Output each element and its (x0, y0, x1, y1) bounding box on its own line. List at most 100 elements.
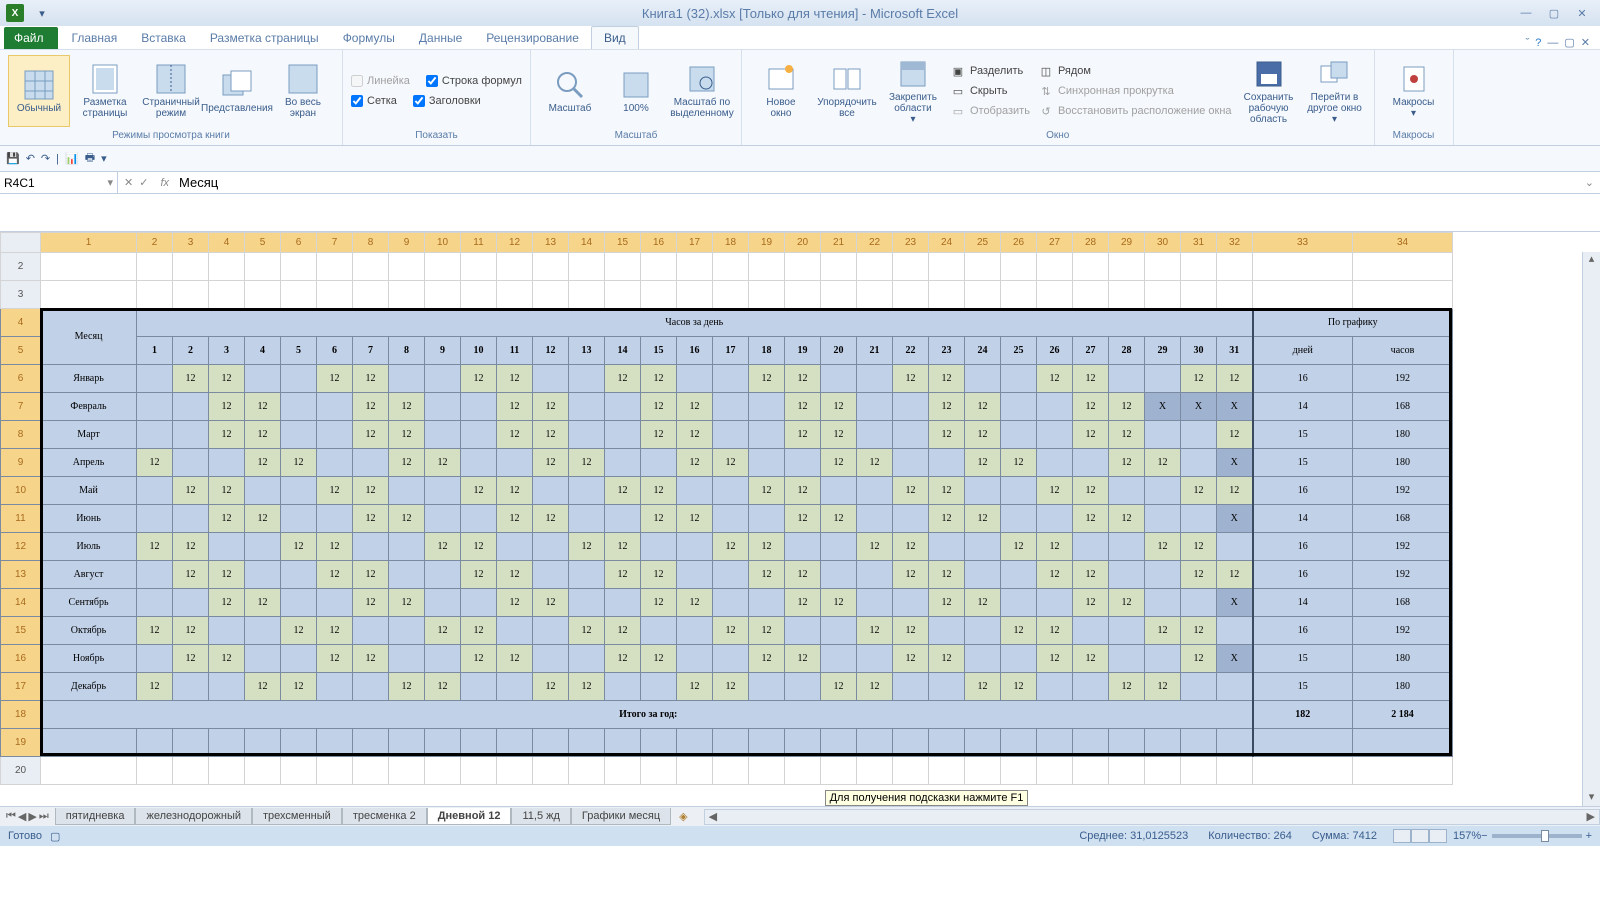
day-cell[interactable]: 12 (245, 673, 281, 701)
worksheet-grid[interactable]: 1234567891011121314151617181920212223242… (0, 232, 1600, 806)
day-cell[interactable]: 12 (569, 449, 605, 477)
day-cell[interactable]: 12 (173, 645, 209, 673)
day-cell[interactable] (281, 505, 317, 533)
day-cell[interactable] (1145, 589, 1181, 617)
column-header[interactable]: 30 (1145, 233, 1181, 253)
day-cell[interactable]: 12 (857, 673, 893, 701)
day-cell[interactable] (929, 617, 965, 645)
vertical-scrollbar[interactable]: ▴ ▾ (1582, 252, 1600, 806)
day-cell[interactable]: 12 (1001, 449, 1037, 477)
month-days-total[interactable]: 15 (1253, 421, 1353, 449)
cell[interactable] (857, 253, 893, 281)
day-cell[interactable] (785, 673, 821, 701)
day-cell[interactable] (353, 673, 389, 701)
cell[interactable] (857, 281, 893, 309)
day-cell[interactable] (821, 617, 857, 645)
row-header[interactable]: 17 (1, 673, 41, 701)
day-cell[interactable] (893, 505, 929, 533)
day-cell[interactable]: 12 (785, 589, 821, 617)
day-cell[interactable]: 12 (641, 365, 677, 393)
day-cell[interactable]: 12 (353, 477, 389, 505)
cell[interactable] (1037, 281, 1073, 309)
day-cell[interactable]: 12 (605, 561, 641, 589)
month-name[interactable]: Октябрь (41, 617, 137, 645)
cell[interactable] (857, 757, 893, 785)
cell[interactable] (209, 757, 245, 785)
day-cell[interactable] (497, 533, 533, 561)
day-cell[interactable] (1181, 673, 1217, 701)
day-cell[interactable] (497, 617, 533, 645)
arrange-all-button[interactable]: Упорядочить все (816, 55, 878, 127)
day-cell[interactable]: 12 (1181, 645, 1217, 673)
day-cell[interactable]: 12 (857, 617, 893, 645)
day-cell[interactable]: 12 (677, 673, 713, 701)
day-cell[interactable] (1145, 421, 1181, 449)
cell[interactable] (965, 281, 1001, 309)
cell[interactable] (1353, 281, 1453, 309)
day-header[interactable]: 15 (641, 337, 677, 365)
hide-button[interactable]: ▭Скрыть (948, 82, 1032, 100)
month-name[interactable]: Ноябрь (41, 645, 137, 673)
day-cell[interactable] (569, 365, 605, 393)
cell[interactable] (785, 281, 821, 309)
day-cell[interactable]: 12 (1109, 589, 1145, 617)
day-cell[interactable]: 12 (893, 365, 929, 393)
cell[interactable] (1001, 281, 1037, 309)
cell[interactable] (569, 281, 605, 309)
cell[interactable] (245, 281, 281, 309)
day-header[interactable]: 9 (425, 337, 461, 365)
day-cell[interactable]: 12 (533, 589, 569, 617)
day-cell[interactable] (605, 505, 641, 533)
sheet-next-icon[interactable]: ▶ (28, 810, 36, 823)
day-cell[interactable] (137, 505, 173, 533)
day-cell[interactable]: 12 (281, 533, 317, 561)
day-cell[interactable]: 12 (461, 645, 497, 673)
day-cell[interactable]: 12 (965, 393, 1001, 421)
cell[interactable] (1109, 757, 1145, 785)
day-cell[interactable]: 12 (1001, 673, 1037, 701)
day-cell[interactable] (425, 561, 461, 589)
day-cell[interactable]: 12 (461, 533, 497, 561)
day-cell[interactable] (965, 561, 1001, 589)
day-cell[interactable] (965, 645, 1001, 673)
day-cell[interactable] (569, 589, 605, 617)
day-cell[interactable]: 12 (1073, 505, 1109, 533)
cell[interactable] (209, 281, 245, 309)
cell[interactable] (1145, 253, 1181, 281)
day-cell[interactable] (713, 365, 749, 393)
name-box[interactable]: ▾ (0, 172, 118, 193)
new-sheet-icon[interactable]: ◈ (671, 810, 695, 823)
minimize-icon[interactable]: — (1516, 5, 1536, 21)
cell[interactable] (605, 757, 641, 785)
cell[interactable] (173, 253, 209, 281)
cell[interactable] (317, 757, 353, 785)
cell[interactable] (713, 729, 749, 757)
column-header[interactable]: 10 (425, 233, 461, 253)
day-cell[interactable]: 12 (497, 393, 533, 421)
month-hours-total[interactable]: 168 (1353, 393, 1453, 421)
day-cell[interactable]: 12 (461, 365, 497, 393)
day-cell[interactable]: X (1217, 393, 1253, 421)
cell[interactable] (389, 253, 425, 281)
cell[interactable] (677, 729, 713, 757)
day-cell[interactable] (1145, 645, 1181, 673)
day-cell[interactable] (1073, 617, 1109, 645)
cell[interactable] (245, 757, 281, 785)
row-header[interactable]: 14 (1, 589, 41, 617)
cell[interactable] (317, 729, 353, 757)
day-cell[interactable] (281, 477, 317, 505)
cell[interactable] (173, 757, 209, 785)
day-cell[interactable] (893, 421, 929, 449)
day-cell[interactable]: 12 (821, 589, 857, 617)
day-cell[interactable] (929, 673, 965, 701)
day-cell[interactable]: 12 (209, 393, 245, 421)
day-cell[interactable]: 12 (245, 393, 281, 421)
day-cell[interactable]: 12 (749, 617, 785, 645)
cell[interactable] (425, 757, 461, 785)
cell[interactable] (281, 729, 317, 757)
day-cell[interactable] (281, 589, 317, 617)
day-cell[interactable] (1109, 561, 1145, 589)
day-cell[interactable]: 12 (641, 393, 677, 421)
row-header[interactable]: 13 (1, 561, 41, 589)
day-cell[interactable] (353, 533, 389, 561)
